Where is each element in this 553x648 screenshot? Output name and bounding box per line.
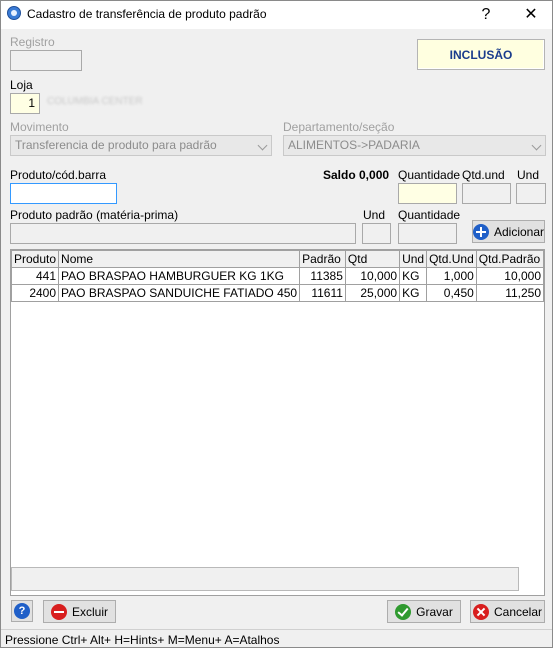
col-nome[interactable]: Nome	[58, 250, 301, 268]
table-row[interactable]: 2400 PAO BRASPAO SANDUICHE FATIADO 450 1…	[10, 284, 545, 302]
movimento-value: Transferencia de produto para padrão	[15, 138, 217, 152]
cell-nome: PAO BRASPAO HAMBURGUER KG 1KG	[58, 267, 301, 285]
help-title-button[interactable]: ?	[466, 1, 506, 29]
x-circle-icon	[472, 603, 489, 620]
cell-produto: 441	[10, 267, 60, 285]
qtd-und-label: Qtd.und	[462, 168, 505, 182]
excluir-button[interactable]: Excluir	[43, 600, 116, 623]
window-title: Cadastro de transferência de produto pad…	[27, 7, 267, 21]
adicionar-button[interactable]: Adicionar	[472, 220, 545, 243]
cell-padrao: 11385	[299, 267, 346, 285]
help-button[interactable]: ?	[11, 600, 33, 622]
col-und[interactable]: Und	[399, 250, 428, 268]
col-qtd[interactable]: Qtd	[344, 250, 401, 268]
produto-padrao-field	[10, 223, 356, 244]
mode-badge: INCLUSÃO	[417, 39, 545, 70]
cell-und: KG	[399, 284, 428, 302]
table-header-row: Produto Nome Padrão Qtd Und Qtd.Und Qtd.…	[10, 250, 545, 268]
padrao-quantidade-field	[398, 223, 457, 244]
departamento-label: Departamento/seção	[283, 120, 395, 134]
cell-produto: 2400	[10, 284, 60, 302]
departamento-select[interactable]: ALIMENTOS->PADARIA	[283, 135, 546, 156]
dialog-window: Cadastro de transferência de produto pad…	[0, 0, 553, 648]
cancelar-label: Cancelar	[493, 604, 543, 619]
registro-label: Registro	[10, 35, 55, 49]
cell-qtd-und: 1,000	[426, 267, 477, 285]
checkmark-icon	[395, 603, 412, 620]
help-icon: ?	[14, 603, 30, 619]
items-table: Produto Nome Padrão Qtd Und Qtd.Und Qtd.…	[10, 250, 545, 302]
chevron-down-icon	[531, 140, 542, 151]
movimento-select[interactable]: Transferencia de produto para padrão	[10, 135, 272, 156]
und-label: Und	[517, 168, 540, 182]
departamento-value: ALIMENTOS->PADARIA	[288, 138, 420, 152]
app-logo-icon	[7, 6, 21, 20]
quantidade-input[interactable]	[398, 183, 457, 204]
cell-padrao: 11611	[299, 284, 346, 302]
loja-label: Loja	[10, 78, 33, 92]
minus-circle-icon	[50, 603, 67, 620]
cell-nome: PAO BRASPAO SANDUICHE FATIADO 450	[58, 284, 301, 302]
quantidade-label: Quantidade	[398, 168, 461, 182]
produto-input[interactable]	[10, 183, 117, 204]
qtd-und-field	[462, 183, 511, 204]
cell-qtd-und: 0,450	[426, 284, 477, 302]
padrao-quantidade-label: Quantidade	[398, 208, 461, 222]
excluir-label: Excluir	[71, 604, 108, 619]
table-footer-panel	[11, 567, 519, 591]
chevron-down-icon	[257, 140, 268, 151]
items-table-container: Produto Nome Padrão Qtd Und Qtd.Und Qtd.…	[10, 249, 545, 596]
close-button[interactable]: ✕	[511, 1, 551, 29]
adicionar-label: Adicionar	[493, 224, 545, 239]
padrao-und-field	[362, 223, 391, 244]
plus-circle-icon	[472, 223, 489, 240]
loja-input[interactable]: 1	[10, 93, 40, 114]
col-qtd-und[interactable]: Qtd.Und	[426, 250, 477, 268]
produto-label: Produto/cód.barra	[10, 168, 107, 182]
gravar-label: Gravar	[416, 604, 453, 619]
col-qtd-padrao[interactable]: Qtd.Padrão	[475, 250, 545, 268]
registro-field	[10, 50, 82, 71]
gravar-button[interactable]: Gravar	[387, 600, 461, 623]
status-bar: Pressione Ctrl+ Alt+ H=Hints+ M=Menu+ A=…	[1, 629, 552, 648]
padrao-und-label: Und	[363, 208, 386, 222]
movimento-label: Movimento	[10, 120, 69, 134]
title-bar: Cadastro de transferência de produto pad…	[1, 1, 552, 29]
cell-qtd: 25,000	[344, 284, 401, 302]
produto-padrao-label: Produto padrão (matéria-prima)	[10, 208, 179, 222]
cell-qtd-padrao: 11,250	[475, 284, 545, 302]
col-padrao[interactable]: Padrão	[299, 250, 346, 268]
cell-qtd-padrao: 10,000	[475, 267, 545, 285]
col-produto[interactable]: Produto	[10, 250, 60, 268]
cancelar-button[interactable]: Cancelar	[470, 600, 545, 623]
cell-und: KG	[399, 267, 428, 285]
cell-qtd: 10,000	[344, 267, 401, 285]
loja-name: COLUMBIA CENTER	[47, 96, 143, 107]
und-field	[516, 183, 546, 204]
saldo-label: Saldo 0,000	[323, 168, 390, 182]
table-row[interactable]: 441 PAO BRASPAO HAMBURGUER KG 1KG 11385 …	[10, 267, 545, 285]
